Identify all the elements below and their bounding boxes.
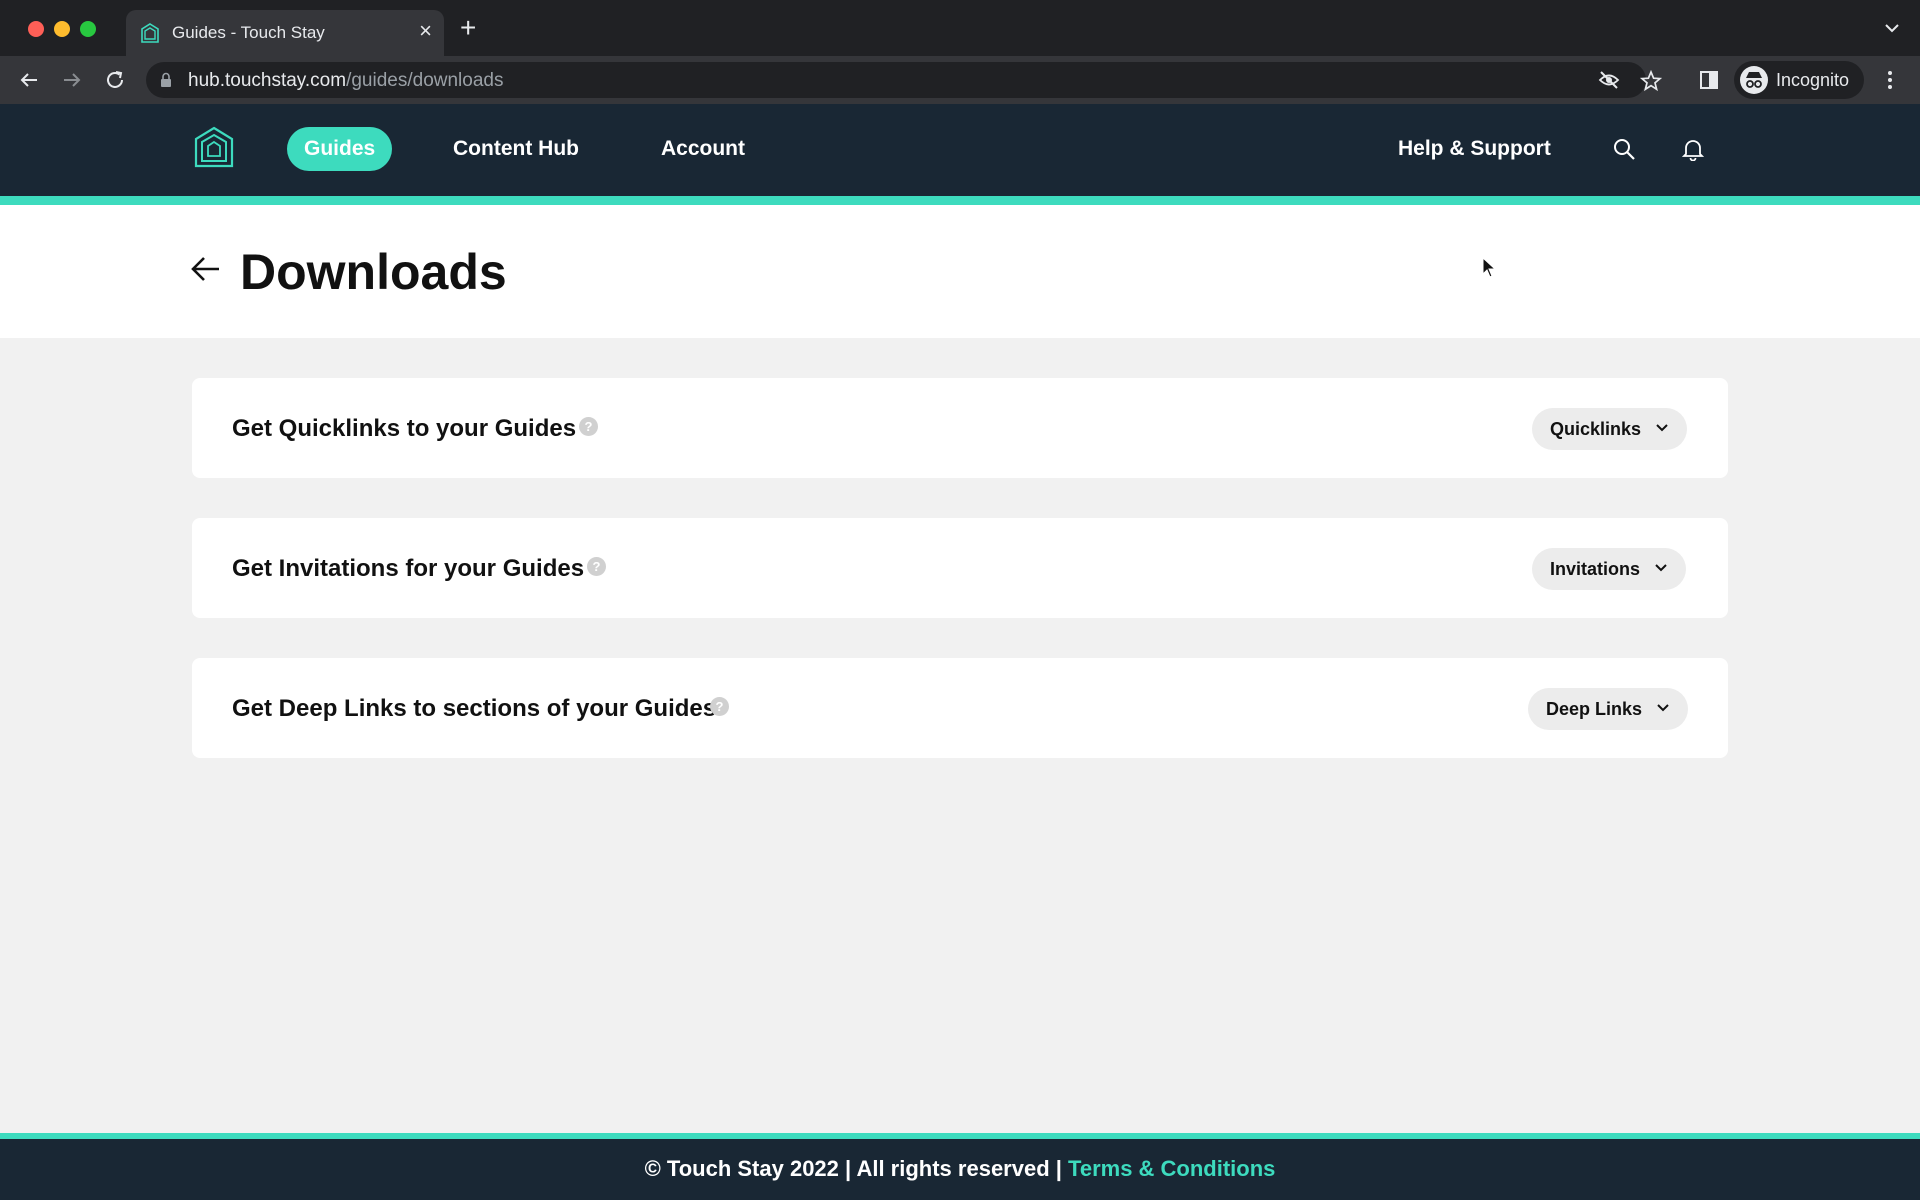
card-title: Get Deep Links to sections of your Guide… bbox=[232, 695, 717, 722]
back-arrow-icon[interactable] bbox=[17, 68, 41, 92]
dropdown-label: Deep Links bbox=[1546, 699, 1643, 719]
tab-close-icon[interactable]: × bbox=[419, 19, 432, 43]
quicklinks-card: Get Quicklinks to your Guides ? Quicklin… bbox=[192, 378, 1728, 478]
page-title: Downloads bbox=[240, 244, 507, 300]
browser-tab-bar: Guides - Touch Stay × + bbox=[0, 0, 1920, 56]
nav-help-support[interactable]: Help & Support bbox=[1398, 127, 1551, 171]
mouse-cursor-icon bbox=[1482, 257, 1496, 278]
url-path: /guides/downloads bbox=[346, 70, 504, 91]
eye-slash-icon[interactable] bbox=[1598, 70, 1620, 90]
tab-title: Guides - Touch Stay bbox=[172, 23, 325, 42]
forward-arrow-icon[interactable] bbox=[60, 68, 84, 92]
invitations-card: Get Invitations for your Guides ? Invita… bbox=[192, 518, 1728, 618]
touchstay-logo-icon[interactable] bbox=[194, 126, 234, 168]
reload-icon[interactable] bbox=[103, 68, 127, 92]
window-zoom-button[interactable] bbox=[80, 21, 96, 37]
deep-links-card: Get Deep Links to sections of your Guide… bbox=[192, 658, 1728, 758]
header-accent-bar bbox=[0, 196, 1920, 205]
side-panel-icon[interactable] bbox=[1697, 68, 1721, 92]
notifications-bell-icon[interactable] bbox=[1682, 137, 1704, 161]
window-minimize-button[interactable] bbox=[54, 21, 70, 37]
bookmark-star-icon[interactable] bbox=[1640, 70, 1662, 92]
invitations-dropdown[interactable]: Invitations bbox=[1532, 548, 1687, 590]
browser-tab[interactable]: Guides - Touch Stay × bbox=[126, 10, 444, 56]
help-icon[interactable]: ? bbox=[710, 697, 729, 716]
new-tab-button[interactable]: + bbox=[460, 14, 476, 42]
window-close-button[interactable] bbox=[28, 21, 44, 37]
url-host: hub.touchstay.com bbox=[188, 70, 347, 91]
touchstay-favicon-icon bbox=[141, 23, 159, 43]
dropdown-label: Quicklinks bbox=[1550, 419, 1642, 439]
browser-menu-icon[interactable] bbox=[1882, 68, 1898, 92]
card-title: Get Invitations for your Guides bbox=[232, 555, 585, 582]
back-arrow-icon[interactable] bbox=[190, 253, 222, 285]
chevron-down-icon bbox=[1656, 424, 1668, 432]
chevron-down-icon bbox=[1657, 704, 1669, 712]
page-title-bar: Downloads bbox=[0, 205, 1920, 338]
help-icon[interactable]: ? bbox=[587, 557, 606, 576]
deep-links-dropdown[interactable]: Deep Links bbox=[1528, 688, 1689, 730]
page-footer: © Touch Stay 2022 | All rights reserved … bbox=[0, 1139, 1920, 1200]
footer-copyright: © Touch Stay 2022 | All rights reserved … bbox=[644, 1156, 1069, 1181]
nav-guides[interactable]: Guides bbox=[287, 127, 393, 171]
card-title: Get Quicklinks to your Guides bbox=[232, 415, 577, 442]
profile-label: Incognito bbox=[1776, 70, 1850, 90]
incognito-profile-button[interactable]: Incognito bbox=[1734, 61, 1864, 99]
help-icon[interactable]: ? bbox=[579, 417, 598, 436]
nav-content-hub[interactable]: Content Hub bbox=[453, 127, 579, 171]
tab-search-chevron-icon[interactable] bbox=[1884, 22, 1900, 34]
app-header: Guides Content Hub Account Help & Suppor… bbox=[0, 104, 1920, 196]
browser-toolbar: hub.touchstay.com/guides/downloads Incog… bbox=[0, 56, 1920, 104]
footer-text: © Touch Stay 2022 | All rights reserved … bbox=[645, 1156, 1276, 1182]
terms-conditions-link[interactable]: Terms & Conditions bbox=[1068, 1156, 1275, 1181]
nav-account[interactable]: Account bbox=[661, 127, 745, 171]
quicklinks-dropdown[interactable]: Quicklinks bbox=[1532, 408, 1688, 450]
lock-icon[interactable] bbox=[160, 72, 172, 88]
search-icon[interactable] bbox=[1612, 137, 1636, 161]
address-bar[interactable]: hub.touchstay.com/guides/downloads bbox=[146, 62, 1662, 98]
dropdown-label: Invitations bbox=[1550, 559, 1641, 579]
incognito-icon bbox=[1740, 66, 1768, 94]
chevron-down-icon bbox=[1655, 564, 1667, 572]
url-text[interactable]: hub.touchstay.com/guides/downloads bbox=[188, 70, 503, 92]
